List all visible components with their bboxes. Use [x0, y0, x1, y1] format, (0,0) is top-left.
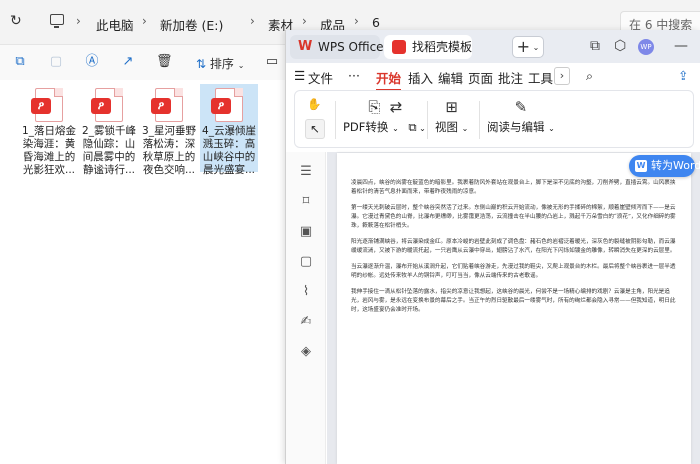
tab-template[interactable]: 找稻壳模板 [384, 35, 472, 59]
edit-frame-icon: ✎ [514, 98, 528, 116]
doc-paragraph: 第一缕天光刺破云层时，整个峡谷突然活了过来。东侧山巅的积云开始流动，像被无形的手… [351, 205, 676, 229]
menu-edit[interactable]: 编辑 [438, 68, 463, 87]
attachment-icon[interactable]: ⌇ [298, 284, 314, 300]
divider [427, 101, 428, 139]
breadcrumb-drive[interactable]: 新加卷 (E:) [160, 15, 223, 34]
rename-icon[interactable]: Ⓐ [84, 54, 100, 70]
menu-start[interactable]: 开始 [376, 68, 402, 91]
file-name: 2_雾锁千峰隐仙踪：山间晨雾中的静谧诗行... [82, 125, 136, 176]
pdf-file-icon: ዖ [211, 88, 243, 122]
chevron-right-icon: › [142, 14, 147, 28]
paste-icon[interactable]: ▢ [48, 54, 64, 70]
left-side-panel: ☰ ⌑ ▣ ▢ ⌇ ✍ ◈ [286, 152, 326, 464]
avatar[interactable]: WP [638, 39, 654, 55]
menu-comment[interactable]: 批注 [498, 68, 523, 87]
pdf-to-image-icon: ⎘ [368, 98, 381, 116]
file-item-selected[interactable]: ዖ 4_云瀑倾崖溅玉碎：高山峡谷中的晨光盛宴... [200, 84, 258, 176]
page-tool-icon[interactable]: ⧉ [408, 120, 416, 134]
menu-file[interactable]: 文件 [308, 68, 333, 87]
view-icon[interactable]: ▭ [264, 54, 280, 70]
menu-insert[interactable]: 插入 [408, 68, 433, 87]
wps-logo-icon: W [298, 39, 313, 54]
doc-paragraph: 凌晨四点，峡谷的岚雾在靛蓝色的暗影里。我裹着防风外套站在观景台上，脚下是深不见底… [351, 180, 676, 195]
file-name: 4_云瀑倾崖溅玉碎：高山峡谷中的晨光盛宴... [202, 125, 256, 176]
docer-logo-icon [392, 40, 406, 54]
pdf-file-icon: ዖ [31, 88, 63, 122]
signature-icon[interactable]: ✍ [298, 314, 314, 330]
view-label: 视图 [435, 120, 458, 134]
divider [479, 101, 480, 139]
ribbon-toolbar: ✋ ↖ ⎘ ⇄ PDF转换 ⌄ ⧉ ⌄ ⊞ 视图 ⌄ ✎ 阅读与编辑 ⌄ [294, 90, 694, 148]
cube-icon[interactable]: ⬡ [614, 38, 626, 54]
tab-label: WPS Office [318, 40, 384, 54]
chevron-down-icon: ⌄ [392, 124, 399, 133]
pdf-file-icon: ዖ [91, 88, 123, 122]
chevron-right-icon: › [250, 14, 255, 28]
refresh-icon[interactable]: ↻ [10, 13, 28, 31]
layers-icon[interactable]: ◈ [298, 344, 314, 360]
share-icon[interactable]: ↗ [120, 54, 136, 70]
menu-more[interactable]: ··· [348, 68, 360, 83]
document-area[interactable]: 凌晨四点，峡谷的岚雾在靛蓝色的暗影里。我裹着防风外套站在观景台上，脚下是深不见底… [327, 152, 700, 464]
chevron-down-icon: ⌄ [461, 124, 469, 133]
pdf-to-file-icon: ⇄ [389, 98, 403, 116]
wps-window: W WPS Office 找稻壳模板 + ⌄ ⧉ ⬡ WP — ☰ 文件 ···… [285, 30, 700, 464]
delete-icon[interactable]: 🗑 [156, 54, 173, 70]
bookmark-icon[interactable]: ⌑ [298, 194, 314, 210]
chevron-down-icon: ⌄ [416, 124, 426, 133]
chevron-down-icon: ⌄ [237, 61, 245, 70]
wps-menu-bar: ☰ 文件 ··· 开始 插入 编辑 页面 批注 工具 › ⌕ ⇪ [286, 63, 700, 91]
window-layout-icon[interactable]: ⧉ [590, 38, 600, 54]
pdf-file-icon: ዖ [151, 88, 183, 122]
file-name: 1_落日熔金染海涯：黄昏海滩上的光影狂欢... [22, 125, 76, 176]
menu-page[interactable]: 页面 [468, 68, 493, 87]
divider [335, 101, 336, 139]
tab-label: 找稻壳模板 [412, 40, 473, 54]
file-name: 3_星河垂野落松涛：深秋草原上的夜色交响... [142, 125, 196, 176]
cloud-upload-icon[interactable]: ⇪ [678, 68, 688, 83]
doc-paragraph: 阳光逐渐铺满峡谷，将云瀑染成金红。原本冷峻的岩壁此刻成了调色盘：赭石色的岩褶泛着… [351, 239, 676, 254]
outline-icon[interactable]: ☰ [298, 164, 314, 180]
doc-paragraph: 当云瀑逐渐升温，瀑布开始从溪涧升起，它们贴着峡谷游走，先漫过我的鞋尖，又爬上观景… [351, 264, 676, 279]
thumbnail-icon[interactable]: ▣ [298, 224, 314, 240]
hamburger-icon[interactable]: ☰ [294, 68, 305, 83]
file-list: ዖ 1_落日熔金染海涯：黄昏海滩上的光影狂欢... ዖ 2_雾锁千峰隐仙踪：山间… [0, 80, 285, 464]
chevron-right-icon: › [302, 14, 307, 28]
view-button[interactable]: ⊞ 视图 ⌄ [435, 98, 468, 135]
chevron-right-icon: › [76, 14, 81, 28]
pdf-convert-button[interactable]: ⎘ ⇄ PDF转换 ⌄ ⧉ ⌄ [343, 98, 426, 135]
doc-paragraph: 我伸手接住一滴从松针坠落的露水，指尖的凉意让我想起，这峡谷的晨光，何尝不是一场精… [351, 289, 676, 313]
sort-icon: ⇅ [196, 57, 210, 71]
sort-button[interactable]: ⇅ 排序 ⌄ [196, 55, 244, 72]
chevron-down-icon: ⌄ [548, 124, 555, 133]
search-icon[interactable]: ⌕ [586, 68, 593, 84]
copy-icon[interactable]: ⧉ [12, 54, 28, 70]
new-tab-button[interactable]: + ⌄ [512, 36, 544, 58]
comment-icon[interactable]: ▢ [298, 254, 314, 270]
breadcrumb-this-pc[interactable]: 此电脑 [96, 15, 134, 34]
sort-label: 排序 [209, 57, 234, 71]
chevron-right-icon: › [354, 14, 359, 28]
breadcrumb-folder-6[interactable]: 6 [372, 15, 380, 30]
explorer-toolbar: ⧉ ▢ Ⓐ ↗ 🗑 ⇅ 排序 ⌄ ▭ [0, 44, 285, 80]
document-page[interactable]: 凌晨四点，峡谷的岚雾在靛蓝色的暗影里。我裹着防风外套站在观景台上，脚下是深不见底… [337, 153, 691, 464]
hand-tool-icon[interactable]: ✋ [307, 97, 321, 111]
read-edit-button[interactable]: ✎ 阅读与编辑 ⌄ [487, 98, 555, 135]
wps-tab-bar: W WPS Office 找稻壳模板 + ⌄ ⧉ ⬡ WP — [286, 30, 700, 63]
file-item[interactable]: ዖ 1_落日熔金染海涯：黄昏海滩上的光影狂欢... [20, 84, 78, 176]
file-item[interactable]: ዖ 2_雾锁千峰隐仙踪：山间晨雾中的静谧诗行... [80, 84, 138, 176]
menu-next-arrow-icon[interactable]: › [554, 67, 570, 85]
pdf-convert-label: PDF转换 [343, 120, 389, 134]
read-edit-label: 阅读与编辑 [487, 120, 545, 134]
grid-view-icon: ⊞ [445, 98, 458, 116]
convert-to-word-button[interactable]: 转为Word [629, 155, 700, 177]
tab-wps-office[interactable]: W WPS Office [290, 35, 384, 59]
select-tool-icon[interactable]: ↖ [305, 119, 325, 139]
menu-tools[interactable]: 工具 [528, 68, 553, 87]
minimize-icon[interactable]: — [674, 38, 688, 54]
file-item[interactable]: ዖ 3_星河垂野落松涛：深秋草原上的夜色交响... [140, 84, 198, 176]
computer-icon [50, 14, 64, 28]
